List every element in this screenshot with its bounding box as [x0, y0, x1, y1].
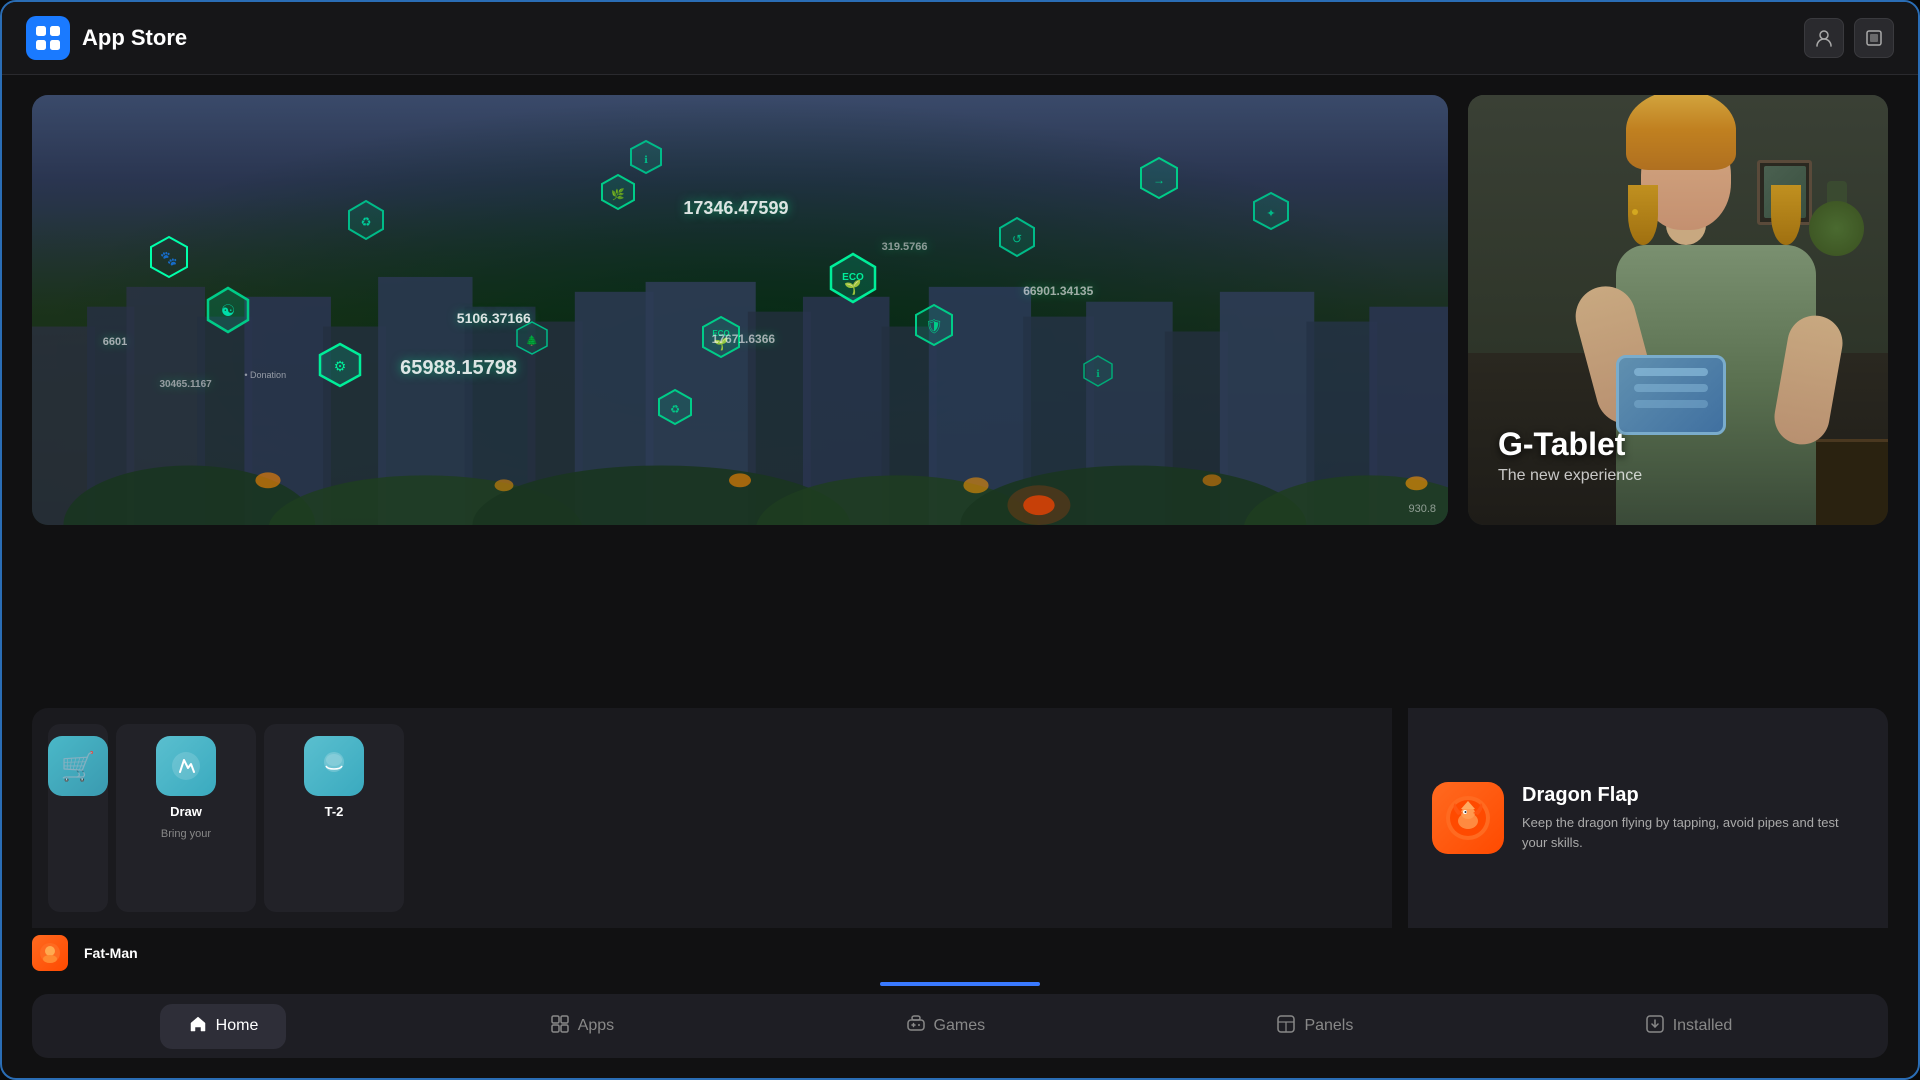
- nav-label-installed: Installed: [1673, 1017, 1733, 1035]
- bottom-nav-area: Fat-Man Home: [2, 928, 1918, 1078]
- hero-row: 🐾 ☯ ♻ ⚙ 🌿 ECO🌱: [32, 95, 1888, 694]
- installed-icon: [1645, 1014, 1665, 1039]
- nav-label-apps: Apps: [578, 1017, 614, 1035]
- hero-side-subtitle: The new experience: [1498, 467, 1642, 485]
- nav-item-home[interactable]: Home: [160, 1004, 287, 1049]
- draw-icon: [156, 736, 216, 796]
- nav-label-home: Home: [216, 1017, 259, 1035]
- t2-card-name: T-2: [325, 804, 344, 819]
- hero-side-title: G-Tablet: [1498, 426, 1642, 463]
- panels-icon: [1276, 1014, 1296, 1039]
- store-icon: 🛒: [48, 736, 108, 796]
- scroll-indicator: [2, 978, 1918, 994]
- app-card-draw[interactable]: Draw Bring your: [116, 724, 256, 912]
- app-cards-area: 🛒 Draw Bring your: [32, 708, 1392, 928]
- nav-item-installed[interactable]: Installed: [1617, 1004, 1761, 1049]
- window-button[interactable]: [1854, 18, 1894, 58]
- home-icon: [188, 1014, 208, 1039]
- header-title: App Store: [82, 25, 1804, 51]
- featured-app-area[interactable]: Dragon Flap Keep the dragon flying by ta…: [1408, 708, 1888, 928]
- apps-icon: [550, 1014, 570, 1039]
- float-num-8: 30465.1167: [159, 379, 211, 390]
- float-num-7: 6601: [103, 336, 127, 348]
- draw-card-name: Draw: [170, 804, 202, 819]
- header: App Store: [2, 2, 1918, 75]
- float-num-4: 17671.6366: [712, 332, 775, 346]
- nav-item-panels[interactable]: Panels: [1248, 1004, 1381, 1049]
- draw-card-desc: Bring your: [161, 827, 211, 841]
- header-actions: [1804, 18, 1894, 58]
- float-num-3: 65988.15798: [400, 357, 517, 380]
- app-card-t2[interactable]: T-2: [264, 724, 404, 912]
- app-logo: [26, 16, 70, 60]
- app-card-store-partial[interactable]: 🛒: [48, 724, 108, 912]
- featured-app-info: Dragon Flap Keep the dragon flying by ta…: [1522, 784, 1864, 852]
- t2-icon: [304, 736, 364, 796]
- user-button[interactable]: [1804, 18, 1844, 58]
- second-row-peek: Fat-Man: [2, 928, 1918, 978]
- featured-app-icon: [1432, 782, 1504, 854]
- score-br: 930.8: [1408, 503, 1436, 515]
- games-icon: [906, 1014, 926, 1039]
- main-content: 🐾 ☯ ♻ ⚙ 🌿 ECO🌱: [2, 75, 1918, 928]
- second-peek-name: Fat-Man: [84, 945, 138, 961]
- scroll-line: [880, 982, 1040, 986]
- float-num-1: 17346.47599: [683, 198, 788, 219]
- float-num-2: 5106.37166: [457, 310, 531, 326]
- nav-label-games: Games: [934, 1017, 986, 1035]
- hero-main-banner[interactable]: 🐾 ☯ ♻ ⚙ 🌿 ECO🌱: [32, 95, 1448, 525]
- nav-item-games[interactable]: Games: [878, 1004, 1014, 1049]
- second-peek-icon: [32, 935, 68, 971]
- app-window: App Store: [0, 0, 1920, 1080]
- nav-item-apps[interactable]: Apps: [522, 1004, 642, 1049]
- bottom-section: 🛒 Draw Bring your: [32, 708, 1888, 928]
- featured-app-name: Dragon Flap: [1522, 784, 1864, 807]
- nav-label-panels: Panels: [1304, 1017, 1353, 1035]
- hero-side-banner[interactable]: G-Tablet The new experience: [1468, 95, 1888, 525]
- float-num-5: 66901.34135: [1023, 284, 1093, 298]
- float-num-6: 319.5766: [882, 241, 928, 253]
- bottom-nav: Home Apps: [32, 994, 1888, 1058]
- hero-side-text: G-Tablet The new experience: [1498, 426, 1642, 485]
- featured-app-desc: Keep the dragon flying by tapping, avoid…: [1522, 813, 1864, 852]
